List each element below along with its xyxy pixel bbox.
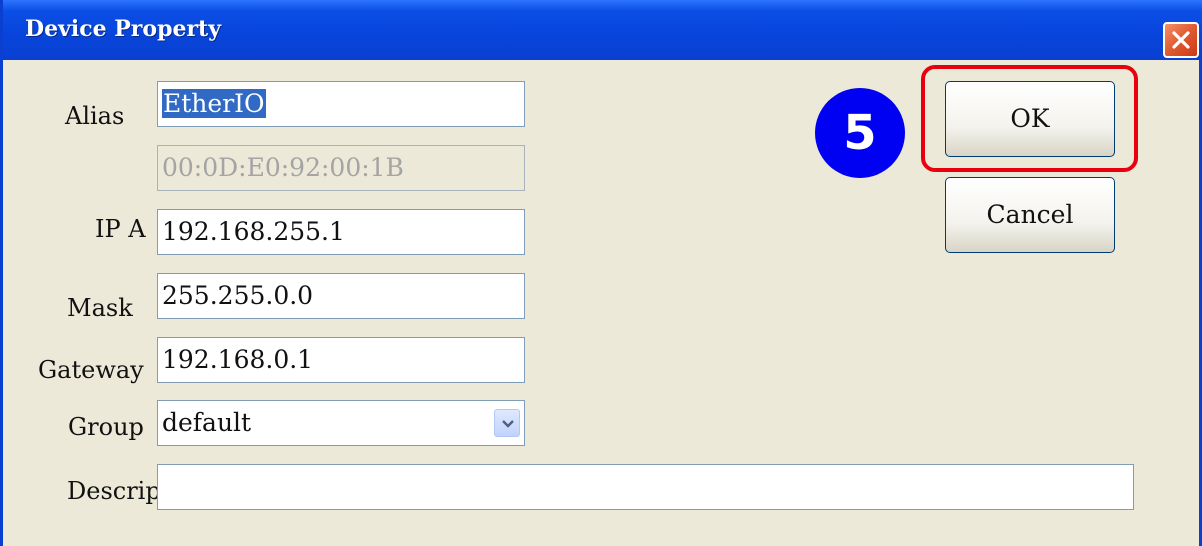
group-label: Group (68, 413, 144, 441)
alias-label: Alias (65, 102, 125, 130)
mask-label: Mask (67, 294, 133, 322)
alias-selected-text: EtherIO (162, 89, 266, 118)
group-selected-value: default (162, 408, 252, 437)
description-field[interactable] (157, 464, 1134, 510)
mac-address-field: 00:0D:E0:92:00:1B (157, 145, 525, 191)
gateway-label: Gateway (38, 356, 144, 384)
close-x-icon (1172, 31, 1190, 49)
group-dropdown-button[interactable] (494, 409, 520, 437)
close-button[interactable] (1163, 22, 1199, 58)
group-combobox[interactable]: default (157, 400, 525, 446)
ip-address-field[interactable]: 192.168.255.1 (157, 209, 525, 255)
window-title: Device Property (25, 16, 221, 42)
chevron-down-icon (502, 420, 514, 428)
step-number-badge: 5 (815, 88, 905, 178)
mask-field[interactable]: 255.255.0.0 (157, 273, 525, 319)
alias-field[interactable]: EtherIO (157, 81, 525, 127)
cancel-button[interactable]: Cancel (945, 177, 1115, 253)
gateway-field[interactable]: 192.168.0.1 (157, 337, 525, 383)
ip-address-label: IP A (95, 215, 146, 243)
description-label: Descrip (67, 477, 161, 505)
title-bar[interactable]: Device Property (3, 0, 1202, 60)
ok-button-highlight (921, 65, 1138, 172)
